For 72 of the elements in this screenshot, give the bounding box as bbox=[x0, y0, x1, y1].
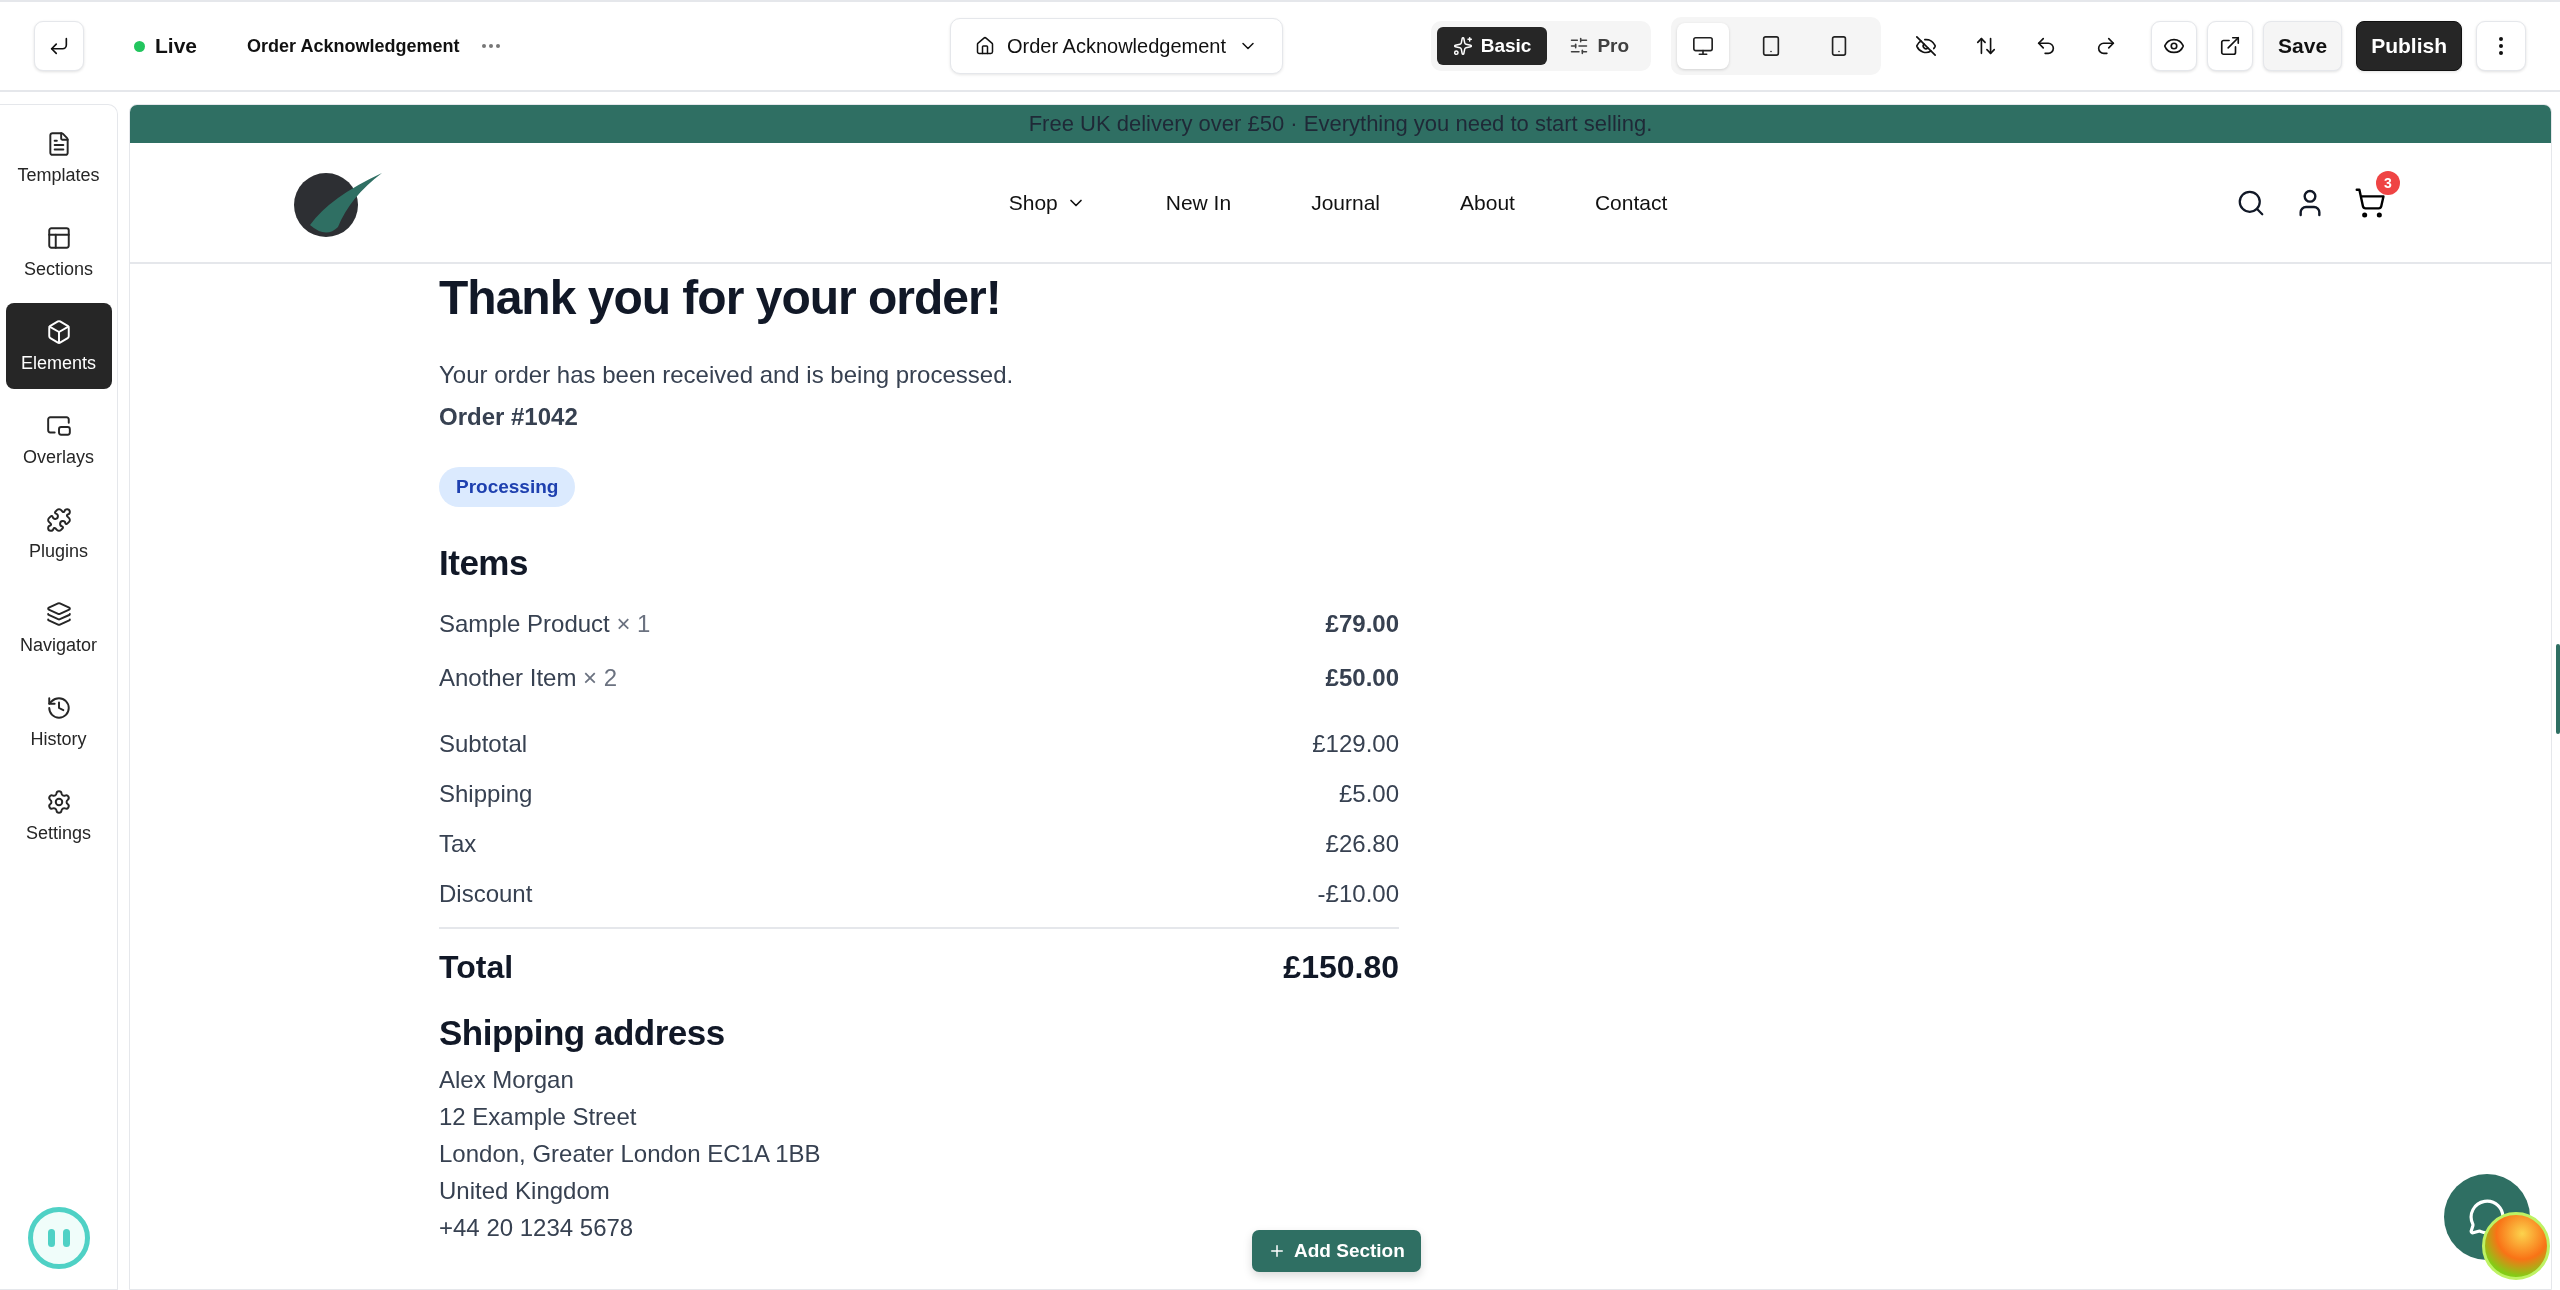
cube-icon bbox=[45, 318, 72, 345]
sliders-icon bbox=[1569, 36, 1590, 56]
mode-tab[interactable]: Pro bbox=[1553, 27, 1646, 65]
section-heading: Items bbox=[439, 543, 529, 583]
sidebar-item[interactable]: Sections bbox=[5, 209, 112, 295]
layers-icon bbox=[45, 600, 72, 627]
promo-banner: Free UK delivery over £50 · Everything you need to start selling. bbox=[130, 105, 2551, 143]
nav-link[interactable]: Journal bbox=[1311, 190, 1380, 215]
sidebar-item[interactable]: History bbox=[5, 679, 112, 765]
open-button[interactable] bbox=[2207, 21, 2254, 71]
settings-icon bbox=[45, 788, 72, 815]
status-badge: Processing bbox=[439, 467, 576, 507]
return-arrow-icon bbox=[48, 35, 70, 57]
page-selector[interactable]: Order Acknowledgement bbox=[950, 18, 1283, 74]
cart-count: 3 bbox=[2376, 170, 2400, 195]
nav-link[interactable]: About bbox=[1460, 190, 1515, 215]
summary-value: -£10.00 bbox=[1317, 880, 1399, 908]
device-button[interactable] bbox=[1677, 23, 1730, 69]
address-line: Alex Morgan bbox=[439, 1065, 575, 1095]
address-line: 12 Example Street bbox=[439, 1102, 638, 1132]
ellipsis-icon bbox=[482, 44, 501, 48]
address-line: United Kingdom bbox=[439, 1176, 611, 1206]
item-name: Sample Product × 1 bbox=[439, 610, 651, 638]
external-link-icon bbox=[2219, 35, 2242, 57]
address-line: +44 20 1234 5678 bbox=[439, 1213, 635, 1243]
page-name: Order Acknowledgement bbox=[247, 35, 460, 57]
sidebar-item[interactable]: Templates bbox=[5, 115, 112, 201]
nav-link[interactable]: Shop bbox=[1008, 190, 1086, 215]
layout-icon bbox=[45, 224, 72, 251]
plus-icon bbox=[1268, 1242, 1286, 1260]
item-name: Another Item × 2 bbox=[439, 664, 618, 692]
sparkles-icon bbox=[1452, 36, 1473, 56]
preview-button[interactable] bbox=[2151, 21, 2198, 71]
order-number: Order #1042 bbox=[439, 403, 579, 431]
address-line: London, Greater London EC1A 1BB bbox=[439, 1139, 822, 1169]
summary-value: £26.80 bbox=[1325, 830, 1399, 858]
summary-label: Tax bbox=[439, 830, 477, 858]
nav-link[interactable]: New In bbox=[1165, 190, 1232, 215]
save-button[interactable]: Save bbox=[2263, 21, 2343, 71]
summary-value: £5.00 bbox=[1338, 780, 1399, 808]
home-icon bbox=[975, 36, 995, 56]
summary-label: Discount bbox=[439, 880, 533, 908]
sidebar-item[interactable]: Plugins bbox=[5, 491, 112, 577]
section-heading: Shipping address bbox=[439, 1013, 726, 1053]
page-title: Thank you for your order! bbox=[439, 270, 1002, 325]
nav-link[interactable]: Contact bbox=[1594, 190, 1668, 215]
up-down-arrows-icon bbox=[1975, 35, 1998, 57]
back-button[interactable] bbox=[34, 21, 84, 71]
cart-icon bbox=[2354, 186, 2386, 219]
cart-button[interactable] bbox=[2354, 186, 2386, 219]
add-section-button[interactable]: Add Section bbox=[1252, 1230, 1421, 1272]
summary-label: Shipping bbox=[439, 780, 533, 808]
summary-value: £129.00 bbox=[1312, 730, 1399, 758]
total-label: Total bbox=[439, 948, 514, 986]
puzzle-icon bbox=[45, 506, 72, 533]
order-message: Your order has been received and is being processed. bbox=[439, 361, 1015, 389]
kebab-icon bbox=[2499, 37, 2503, 55]
summary-label: Subtotal bbox=[439, 730, 528, 758]
scrollbar-thumb[interactable] bbox=[2556, 644, 2560, 734]
eye-off-icon bbox=[1915, 35, 1938, 57]
sidebar-item[interactable]: Navigator bbox=[5, 585, 112, 671]
item-price: £79.00 bbox=[1325, 610, 1399, 638]
item-price: £50.00 bbox=[1325, 664, 1399, 692]
mode-tab[interactable]: Basic bbox=[1436, 27, 1548, 65]
history-icon bbox=[45, 694, 72, 721]
desktop-icon bbox=[1692, 35, 1715, 57]
sidebar-item[interactable]: Overlays bbox=[5, 397, 112, 483]
sidebar-item[interactable]: Settings bbox=[5, 773, 112, 859]
publish-button[interactable]: Publish bbox=[2356, 21, 2462, 71]
sidebar-item[interactable]: Elements bbox=[5, 303, 112, 389]
live-status: Live bbox=[134, 34, 198, 58]
total-value: £150.80 bbox=[1283, 948, 1399, 986]
